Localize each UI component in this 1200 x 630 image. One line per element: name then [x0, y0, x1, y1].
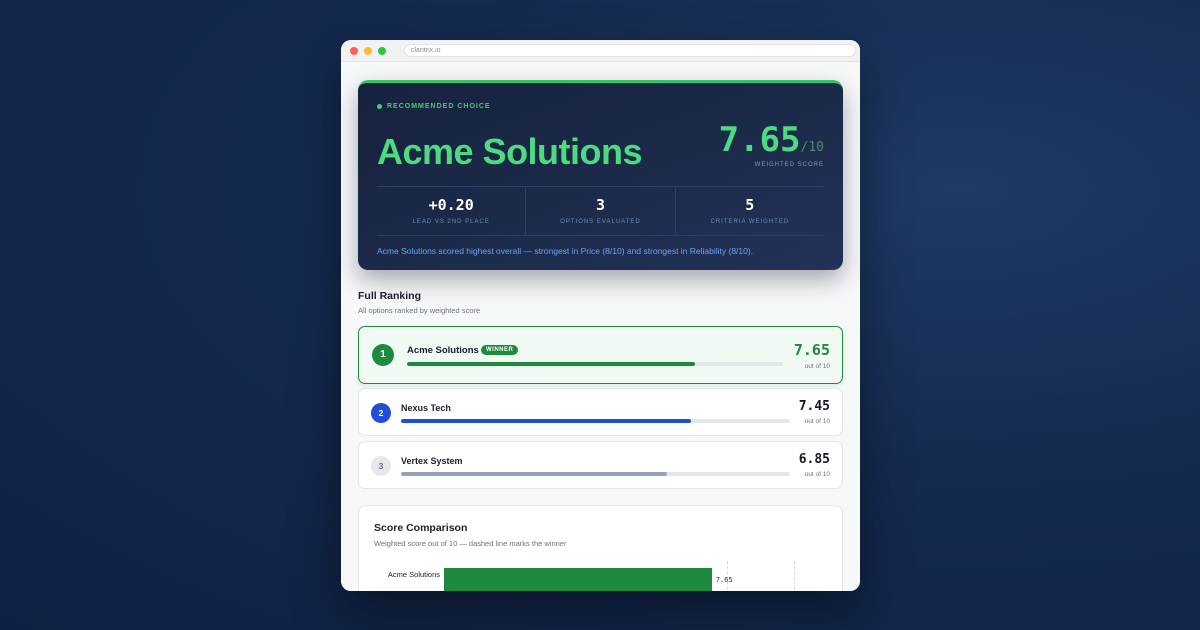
score-bar-track — [407, 362, 783, 366]
option-score: 6.85 — [798, 452, 830, 467]
minimize-window-icon[interactable] — [364, 46, 372, 55]
score-bar-fill — [401, 472, 668, 476]
weighted-score-value: 7.65 — [718, 120, 801, 160]
browser-window: claritrix.io RECOMMENDED CHOICE Acme Sol… — [341, 40, 860, 591]
stat-value: +0.20 — [428, 196, 474, 214]
comparison-title: Score Comparison — [374, 522, 468, 534]
ranking-item-acme[interactable]: 1 Acme Solutions WINNER 7.65 out of 10 — [358, 326, 843, 384]
status-dot-icon — [377, 104, 382, 109]
score-bar-fill — [407, 362, 695, 366]
stat-lead: +0.20 LEAD VS 2ND PLACE — [377, 187, 527, 235]
stat-value: 3 — [595, 196, 605, 214]
stat-label: CRITERIA WEIGHTED — [710, 219, 790, 225]
bar-category-label: Acme Solutions — [387, 570, 440, 579]
option-out-of: out of 10 — [804, 363, 830, 370]
recommendation-card: RECOMMENDED CHOICE Acme Solutions 7.65/1… — [358, 80, 843, 270]
comparison-subtitle: Weighted score out of 10 — dashed line m… — [374, 539, 567, 548]
option-name: Nexus Tech — [401, 403, 451, 413]
rank-number: 1 — [372, 344, 394, 366]
comparison-bar-value: 7.65 — [715, 576, 733, 584]
close-window-icon[interactable] — [350, 46, 358, 55]
score-bar-fill — [401, 419, 691, 423]
maximize-window-icon[interactable] — [378, 46, 386, 55]
recommended-label: RECOMMENDED CHOICE — [377, 103, 491, 110]
address-bar[interactable]: claritrix.io — [404, 44, 856, 57]
option-name: Acme Solutions — [407, 345, 479, 356]
ranking-subtitle: All options ranked by weighted score — [358, 306, 481, 315]
option-out-of: out of 10 — [804, 418, 830, 425]
browser-titlebar: claritrix.io — [341, 40, 860, 62]
comparison-bar-acme — [444, 568, 712, 591]
ranking-item-vertex[interactable]: 3 Vertex System 6.85 out of 10 — [358, 441, 843, 489]
score-comparison-card: Score Comparison Weighted score out of 1… — [358, 505, 843, 591]
stat-criteria: 5 CRITERIA WEIGHTED — [676, 187, 824, 235]
stats-row: +0.20 LEAD VS 2ND PLACE 3 OPTIONS EVALUA… — [377, 186, 824, 236]
score-bar-track — [401, 472, 790, 476]
rank-number: 3 — [371, 456, 391, 476]
winner-badge: WINNER — [481, 345, 519, 355]
stat-label: OPTIONS EVALUATED — [560, 219, 641, 225]
rank-number: 2 — [371, 403, 391, 423]
weighted-score: 7.65/10 WEIGHTED SCORE — [719, 120, 824, 168]
ranking-title: Full Ranking — [358, 290, 421, 302]
score-bar-track — [401, 419, 790, 423]
stat-options: 3 OPTIONS EVALUATED — [526, 187, 676, 235]
option-out-of: out of 10 — [804, 471, 830, 478]
stat-value: 5 — [745, 196, 755, 214]
stat-label: LEAD VS 2ND PLACE — [412, 219, 490, 225]
option-score: 7.45 — [798, 399, 830, 414]
ranking-item-nexus[interactable]: 2 Nexus Tech 7.45 out of 10 — [358, 388, 843, 436]
option-name: Vertex System — [401, 456, 463, 466]
option-score: 7.65 — [793, 341, 830, 359]
recommended-name: Acme Solutions — [377, 131, 643, 172]
page-content: RECOMMENDED CHOICE Acme Solutions 7.65/1… — [341, 62, 860, 591]
recommendation-summary: Acme Solutions scored highest overall — … — [377, 246, 754, 256]
weighted-score-label: WEIGHTED SCORE — [754, 162, 824, 168]
weighted-score-denominator: /10 — [800, 140, 824, 155]
gridline — [794, 561, 795, 591]
